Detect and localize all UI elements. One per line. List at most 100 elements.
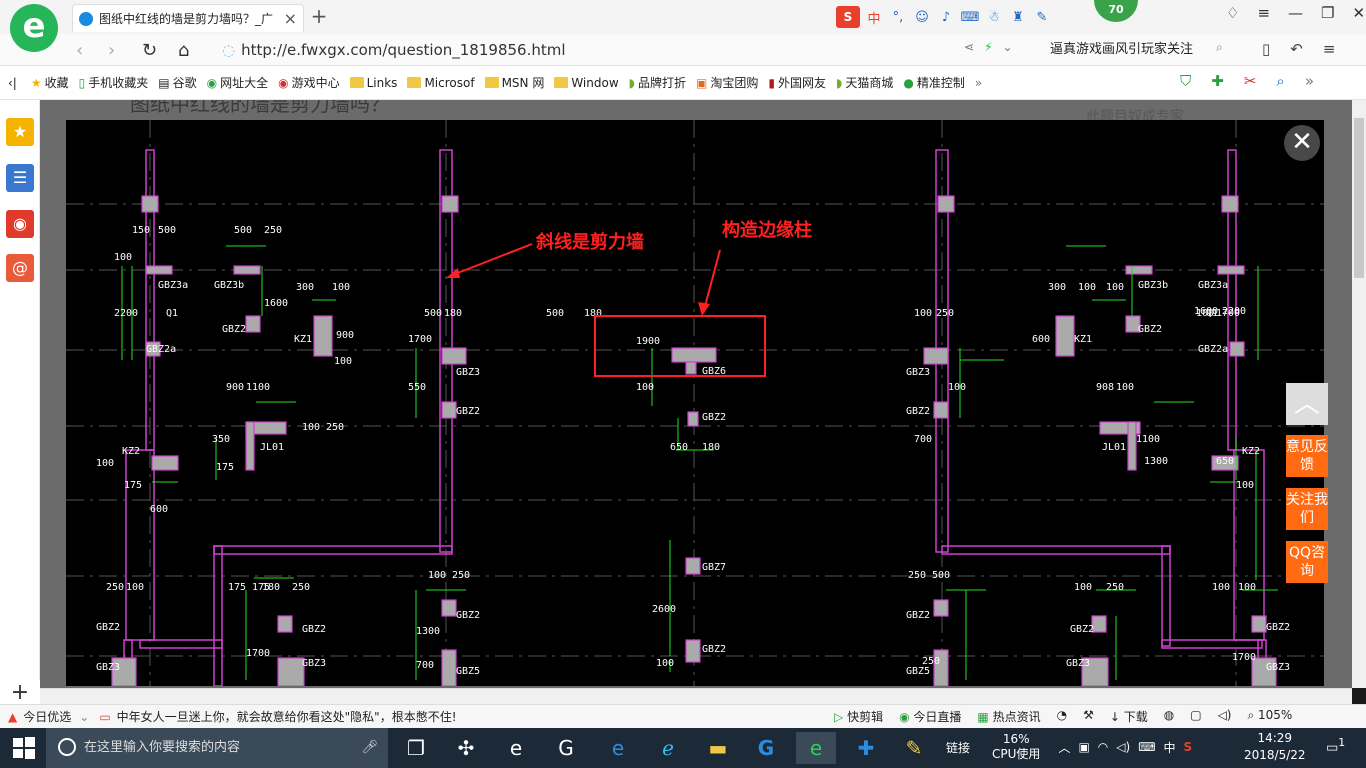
more-bookmarks-icon[interactable]: » — [975, 76, 982, 90]
follow-button[interactable]: 关注我们 — [1286, 488, 1328, 530]
minimize-icon[interactable]: — — [1288, 4, 1303, 22]
bookmark-item[interactable]: Links — [349, 76, 397, 90]
bookmark-item[interactable]: Microsof — [407, 76, 475, 90]
live-link[interactable]: ◉ 今日直播 — [899, 708, 961, 725]
plus-icon[interactable]: ✚ — [1211, 72, 1224, 90]
volume-icon[interactable]: ◁) — [1116, 740, 1130, 754]
bookmark-item[interactable]: Window — [554, 76, 619, 90]
link-label[interactable]: 链接 — [946, 739, 970, 756]
kuaijian-link[interactable]: ▷ 快剪辑 — [834, 708, 883, 725]
sidebar-toggle-icon[interactable]: ‹| — [8, 76, 17, 90]
emoji-icon[interactable]: ☺ — [912, 10, 932, 25]
mail-icon[interactable]: @ — [6, 254, 34, 282]
hot-news-link[interactable]: ▦ 热点资讯 — [977, 708, 1040, 725]
new-tab-button[interactable]: + — [308, 4, 330, 28]
sogou-ime-icon[interactable]: S — [836, 6, 860, 28]
bookmark-item[interactable]: ★ 收藏 — [31, 74, 69, 91]
taskbar-clock[interactable]: 14:29 2018/5/22 — [1244, 730, 1306, 764]
close-tab-icon[interactable]: × — [284, 9, 297, 28]
zoom-level[interactable]: ⌕ 105% — [1247, 708, 1292, 725]
horizontal-scrollbar[interactable] — [40, 688, 1352, 704]
reader-icon[interactable]: ☰ — [6, 164, 34, 192]
network-icon[interactable]: ◠ — [1098, 740, 1108, 754]
speed-icon[interactable]: ◔ — [1057, 708, 1067, 725]
bookmark-item[interactable]: ◉ 游戏中心 — [278, 74, 340, 91]
refresh-icon[interactable]: ↻ — [142, 40, 157, 61]
sogou-tray-icon[interactable]: S — [1184, 740, 1193, 754]
shirt-icon[interactable]: ♜ — [1008, 10, 1028, 25]
bookmark-item[interactable]: ● 精准控制 — [903, 74, 965, 91]
ie-icon[interactable]: ℯ — [648, 732, 688, 764]
active-browser-icon[interactable]: e — [796, 732, 836, 764]
dropdown-icon[interactable]: ⌄ — [1003, 40, 1013, 54]
explorer-icon[interactable]: ▬ — [698, 732, 738, 764]
window-icon[interactable]: ▢ — [1190, 708, 1201, 725]
ime-label[interactable]: 中 — [1164, 739, 1176, 756]
chevron-down-icon[interactable]: ⌄ — [79, 710, 89, 724]
mic-icon[interactable]: ♪ — [936, 10, 956, 25]
bookmark-item[interactable]: ▣ 淘宝团购 — [696, 74, 758, 91]
notification-icon[interactable]: ▭1 — [1326, 736, 1345, 755]
add-sidebar-button[interactable]: + — [0, 680, 40, 705]
tray-app-icon[interactable]: ▣ — [1078, 740, 1089, 754]
menu-icon[interactable]: ≡ — [1257, 4, 1270, 22]
bookmark-item[interactable]: ◉ 网址大全 — [207, 74, 269, 91]
fan-app-icon[interactable]: ✣ — [446, 732, 486, 764]
notes-icon[interactable]: ✎ — [894, 732, 934, 764]
skin-icon[interactable]: ♢ — [1226, 4, 1239, 22]
home-icon[interactable]: ⌂ — [178, 40, 189, 61]
keyboard-icon[interactable]: ⌨ — [1138, 740, 1155, 754]
lightning-icon[interactable]: ⚡ — [984, 40, 992, 54]
cleaner-icon[interactable]: ⚒ — [1083, 708, 1094, 725]
edge-icon[interactable]: e — [598, 732, 638, 764]
download-link[interactable]: ↓ 下载 — [1110, 708, 1148, 725]
keyboard-icon[interactable]: ⌨ — [960, 10, 980, 25]
punct-icon[interactable]: °, — [888, 10, 908, 25]
wrench-icon[interactable]: ✎ — [1032, 10, 1052, 25]
url-field[interactable]: ◌ http://e.fwxgx.com/question_1819856.ht… — [222, 38, 1026, 62]
search-input[interactable]: 逼真游戏画风引玩家关注 — [1040, 38, 1240, 62]
restore-icon[interactable]: ❐ — [1321, 4, 1334, 22]
news-ticker[interactable]: 中年女人一旦迷上你，就会故意给你看这处"隐私"，根本憋不住! — [117, 708, 457, 725]
close-window-icon[interactable]: ✕ — [1352, 4, 1365, 22]
back-icon[interactable]: ‹ — [76, 40, 83, 61]
cpu-meter[interactable]: 16% CPU使用 — [992, 732, 1040, 762]
bookmark-item[interactable]: ▤ 谷歌 — [158, 74, 196, 91]
feedback-button[interactable]: 意见反馈 — [1286, 435, 1328, 477]
qq-consult-button[interactable]: QQ咨询 — [1286, 541, 1328, 583]
search-icon[interactable]: ⌕ — [1216, 40, 1223, 55]
mic-icon[interactable]: 🎤︎ — [361, 728, 378, 768]
g-app-icon[interactable]: G — [546, 732, 586, 764]
mobile-icon[interactable]: ▯ — [1262, 40, 1270, 58]
glodon-icon[interactable]: G — [746, 732, 786, 764]
scroll-thumb[interactable] — [1354, 118, 1364, 278]
favorites-icon[interactable]: ★ — [6, 118, 34, 146]
forward-icon[interactable]: › — [108, 40, 115, 61]
taskbar-search-input[interactable]: 在这里输入你要搜索的内容 🎤︎ — [46, 728, 388, 768]
shield-icon[interactable]: ⛉ — [1180, 72, 1191, 90]
more-icon[interactable]: ≡ — [1323, 40, 1336, 58]
scissors-icon[interactable]: ✂ — [1244, 72, 1257, 90]
task-view-icon[interactable]: ❐ — [396, 732, 436, 764]
undo-icon[interactable]: ↶ — [1290, 40, 1303, 58]
share-icon[interactable]: ⋖ — [964, 40, 974, 54]
browser-icon[interactable]: ◍ — [1164, 708, 1174, 725]
weibo-icon[interactable]: ◉ — [6, 210, 34, 238]
today-label[interactable]: 今日优选 — [23, 708, 71, 725]
browser-app-icon[interactable]: e — [496, 732, 536, 764]
bookmark-item[interactable]: MSN 网 — [484, 74, 544, 91]
browser-tab[interactable]: 图纸中红线的墙是剪力墙吗？_广 × — [72, 4, 304, 32]
sound-icon[interactable]: ◁) — [1218, 708, 1232, 725]
bookmark-item[interactable]: ▮ 外国网友 — [768, 74, 826, 91]
bookmark-more-icon[interactable]: » — [1305, 72, 1314, 90]
thunder-icon[interactable]: ✚ — [846, 732, 886, 764]
magnifier-icon[interactable]: ⌕ — [1276, 72, 1284, 90]
bookmark-item[interactable]: ◗ 天猫商城 — [836, 74, 893, 91]
bookmark-item[interactable]: ▯ 手机收藏夹 — [79, 74, 149, 91]
bookmark-item[interactable]: ◗ 品牌打折 — [629, 74, 686, 91]
user-icon[interactable]: ☃ — [984, 10, 1004, 25]
close-lightbox-button[interactable]: ✕ — [1284, 125, 1320, 161]
back-to-top-button[interactable]: ︿ — [1286, 383, 1328, 425]
show-hidden-icon[interactable]: ︿ — [1058, 739, 1070, 756]
ime-cn-icon[interactable]: 中 — [864, 8, 884, 27]
